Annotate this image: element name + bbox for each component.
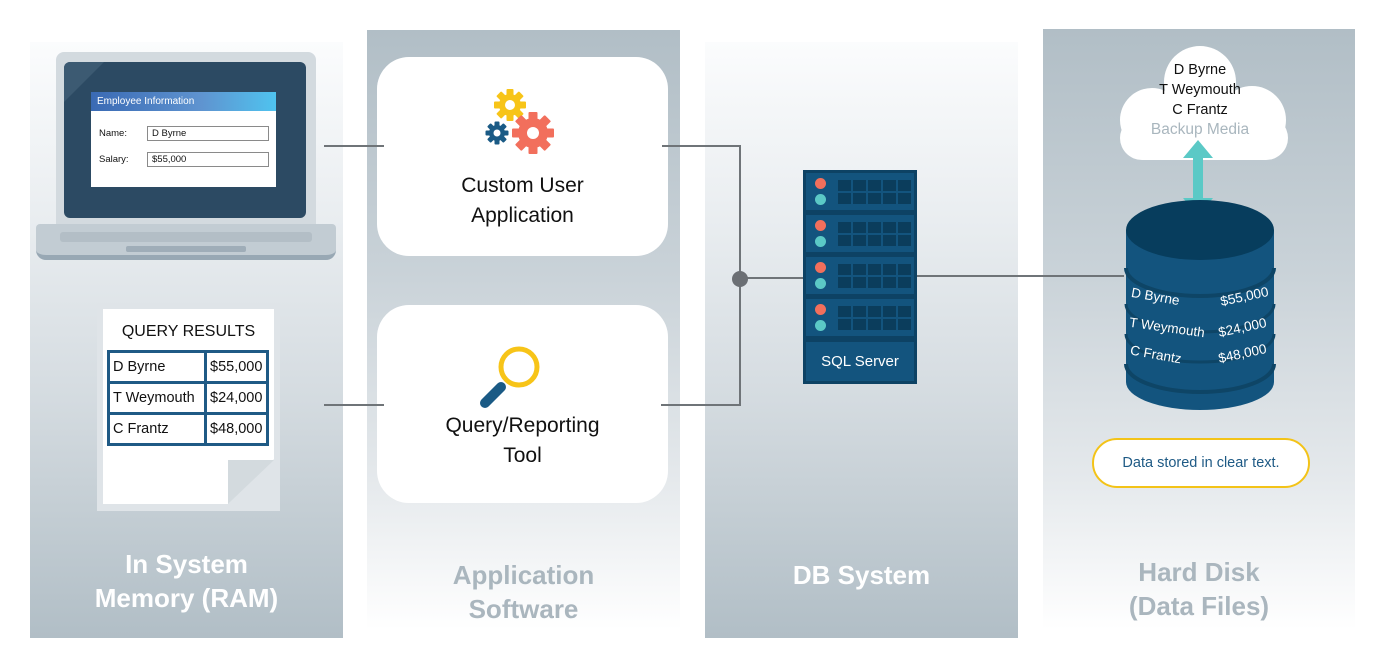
connector-server-to-database [917, 275, 1124, 277]
drive-bays [838, 306, 911, 330]
magnifier-icon [480, 346, 540, 408]
junction-dot [732, 271, 748, 287]
status-light-teal [815, 278, 826, 289]
laptop-base [36, 224, 336, 260]
connector-query-tool-out [661, 404, 741, 406]
clear-text-note: Data stored in clear text. [1092, 438, 1310, 488]
status-light-red [815, 220, 826, 231]
server-unit [806, 215, 914, 252]
table-row: D Byrne $55,000 [107, 350, 269, 384]
status-light-teal [815, 194, 826, 205]
backup-name: C Frantz [1172, 102, 1228, 118]
column-app-label-line2: Software [468, 594, 579, 624]
query-results-table: D Byrne $55,000 T Weymouth $24,000 C Fra… [107, 350, 269, 446]
status-light-teal [815, 320, 826, 331]
database-icon [1124, 200, 1276, 410]
column-hd-label-line1: Hard Disk [1138, 557, 1260, 587]
custom-app-label-line1: Custom User [461, 174, 584, 197]
column-app-label-line1: Application [452, 560, 595, 590]
drive-bays [838, 180, 911, 204]
custom-app-label: Custom User Application [377, 171, 668, 231]
name-field[interactable]: D Byrne [147, 126, 269, 141]
drive-bays [838, 264, 911, 288]
gears-icon [485, 89, 554, 154]
server-unit [806, 173, 914, 210]
salary-field-row: Salary: $55,000 [99, 152, 269, 167]
backup-name: D Byrne [1173, 62, 1227, 78]
column-ram-label-line2: Memory (RAM) [94, 583, 279, 613]
query-tool-label-line2: Tool [503, 444, 542, 467]
table-row: T Weymouth $24,000 [107, 381, 269, 415]
connector-bus-to-server [740, 277, 804, 279]
result-salary: $24,000 [204, 381, 269, 415]
column-ram-label: In System Memory (RAM) [30, 547, 343, 615]
laptop-trackpad [126, 246, 246, 252]
status-light-red [815, 262, 826, 273]
status-light-teal [815, 236, 826, 247]
custom-user-application-box: Custom User Application [377, 57, 668, 256]
query-tool-label: Query/Reporting Tool [377, 411, 668, 471]
drive-bays [838, 222, 911, 246]
salary-field[interactable]: $55,000 [147, 152, 269, 167]
server-label: SQL Server [806, 342, 914, 381]
result-salary: $55,000 [204, 350, 269, 384]
query-reporting-tool-box: Query/Reporting Tool [377, 305, 668, 503]
query-results-title: QUERY RESULTS [121, 323, 256, 340]
name-field-row: Name: D Byrne [99, 126, 269, 141]
custom-app-label-line2: Application [471, 204, 574, 227]
table-row: C Frantz $48,000 [107, 412, 269, 446]
column-db-label: DB System [792, 560, 931, 590]
server-unit [806, 257, 914, 294]
status-light-red [815, 304, 826, 315]
status-light-red [815, 178, 826, 189]
query-tool-label-line1: Query/Reporting [445, 414, 600, 437]
result-salary: $48,000 [204, 412, 269, 446]
laptop-keyboard [60, 232, 312, 242]
result-name: T Weymouth [107, 381, 207, 415]
employee-info-title: Employee Information [91, 92, 276, 111]
column-ram-label-line1: In System [125, 549, 248, 579]
server-rack-icon: SQL Server [803, 170, 917, 384]
server-unit [806, 299, 914, 336]
connector-laptop-to-custom-app [324, 145, 384, 147]
backup-media-label: Backup Media [1150, 121, 1250, 138]
column-hd-label-line2: (Data Files) [1128, 591, 1270, 621]
result-name: D Byrne [107, 350, 207, 384]
connector-custom-app-out [662, 145, 741, 147]
name-label: Name: [99, 128, 127, 139]
salary-label: Salary: [99, 154, 129, 165]
column-hd-label: Hard Disk (Data Files) [1043, 555, 1355, 623]
backup-name: T Weymouth [1159, 82, 1241, 98]
result-name: C Frantz [107, 412, 207, 446]
employee-info-window: Employee Information Name: D Byrne Salar… [91, 92, 276, 187]
column-app-label: Application Software [367, 558, 680, 626]
connector-results-to-query-tool [324, 404, 384, 406]
